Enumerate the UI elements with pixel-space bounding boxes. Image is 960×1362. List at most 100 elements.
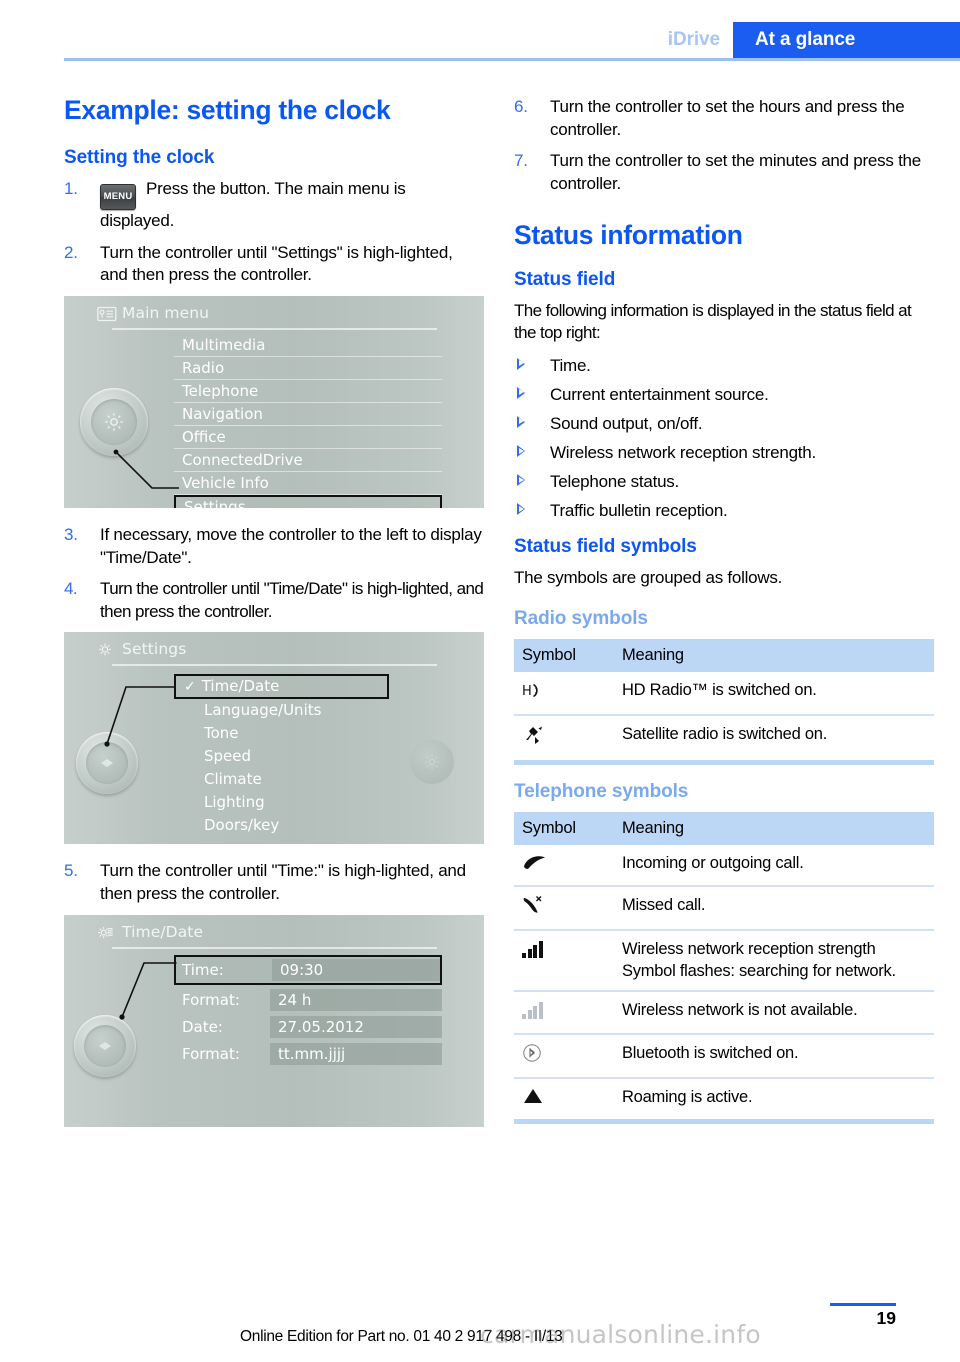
- steps-list-3-4: 3. If necessary, move the controller to …: [64, 524, 484, 623]
- settings-item-label: Time/Date: [201, 677, 280, 696]
- column-header-meaning: Meaning: [614, 638, 934, 672]
- subheading-status-field: Status field: [514, 268, 616, 290]
- column-header-meaning: Meaning: [614, 812, 934, 846]
- symbol-cell: [514, 886, 614, 932]
- step-text: Turn the controller until "Time:" is hig…: [100, 861, 466, 904]
- field-row-date[interactable]: Date: 27.05.2012: [174, 1015, 442, 1039]
- hd-radio-icon: H: [522, 680, 550, 706]
- step-text: Turn the controller until "Time/Date" is…: [100, 579, 484, 621]
- triangle-bullet-icon: [517, 386, 525, 399]
- meaning-cell: Roaming is active.: [614, 1077, 934, 1124]
- header-tab-at-a-glance[interactable]: At a glance: [733, 22, 960, 58]
- meaning-cell: Missed call.: [614, 886, 934, 932]
- field-row-date-format[interactable]: Format: tt.mm.jjjj: [174, 1042, 442, 1066]
- meaning-cell: Wireless network is not available.: [614, 990, 934, 1035]
- symbol-cell: [514, 990, 614, 1035]
- settings-item-climate[interactable]: Climate: [174, 768, 389, 791]
- header-divider-rule: [64, 58, 960, 61]
- status-field-bullet-list: Time. Current entertainment source. Soun…: [514, 355, 934, 523]
- left-right-arrows-icon: [101, 759, 113, 768]
- gears-icon: [98, 926, 113, 938]
- step-item-1: 1. MENU Press the button. The main menu i…: [64, 178, 484, 233]
- field-row-time[interactable]: Time: 09:30: [174, 954, 442, 985]
- bullet-text: Sound output, on/off.: [550, 413, 703, 433]
- screenshot-time-date: Time/Date Time: 09:30 Format: 24 h Date:: [64, 914, 484, 1127]
- menu-item-navigation[interactable]: Navigation: [174, 403, 442, 426]
- menu-item-settings-selected[interactable]: Settings: [174, 494, 442, 508]
- subheading-telephone-symbols: Telephone symbols: [514, 781, 689, 803]
- field-value: 24 h: [270, 988, 442, 1011]
- menu-item-telephone[interactable]: Telephone: [174, 380, 442, 403]
- subheading-radio-symbols: Radio symbols: [514, 607, 648, 629]
- step-item-7: 7. Turn the controller to set the minute…: [514, 150, 934, 195]
- missed-call-icon: [522, 895, 550, 921]
- step-item-6: 6. Turn the controller to set the hours …: [514, 96, 934, 141]
- field-label: Format:: [182, 990, 240, 1009]
- menu-item-multimedia[interactable]: Multimedia: [174, 334, 442, 357]
- knob-left-right-arrows-icon: [84, 1024, 126, 1067]
- gear-icon: [99, 644, 111, 656]
- knob-gear-icon: [91, 398, 137, 445]
- settings-item-lighting[interactable]: Lighting: [174, 791, 389, 814]
- section-heading-setting-the-clock: Setting the clock: [64, 147, 215, 169]
- meaning-cell: Wireless network reception strength Symb…: [614, 930, 934, 992]
- meaning-cell: Bluetooth is switched on.: [614, 1033, 934, 1079]
- table-row: H HD Radio™ is switched on.: [514, 671, 934, 717]
- settings-item-language-units[interactable]: Language/Units: [174, 699, 389, 722]
- meaning-cell: HD Radio™ is switched on.: [614, 671, 934, 717]
- section-title-status-information: Status information: [514, 220, 743, 251]
- symbol-cell: H: [514, 671, 614, 717]
- bullet-item-reception-strength: Wireless network reception strength.: [514, 442, 934, 464]
- watermark-text: carmanualsonline.info: [480, 1320, 761, 1349]
- screen-title-rule: [112, 946, 437, 949]
- table-row: Wireless network reception strength Symb…: [514, 930, 934, 992]
- step-number: 7.: [514, 151, 528, 171]
- screenshot-settings: Settings ✓ Time/Date Language/Units Tone …: [64, 632, 484, 845]
- page-number-rule: [830, 1303, 896, 1306]
- menu-item-radio[interactable]: Radio: [174, 357, 442, 380]
- handset-icon: [522, 853, 550, 877]
- steps-list-6-7: 6. Turn the controller to set the hours …: [514, 96, 934, 195]
- page-header: iDrive At a glance: [0, 0, 960, 58]
- settings-item-time-date-selected[interactable]: ✓ Time/Date: [174, 674, 389, 700]
- bullet-text: Time.: [550, 355, 591, 375]
- steps-list-1-2: 1. MENU Press the button. The main menu i…: [64, 178, 484, 287]
- bullet-text: Current entertainment source.: [550, 384, 769, 404]
- menu-item-vehicle-info[interactable]: Vehicle Info: [174, 472, 442, 495]
- step-text: If necessary, move the controller to the…: [100, 524, 482, 567]
- step-number: 4.: [64, 579, 78, 599]
- symbol-cell: [514, 1077, 614, 1124]
- menu-item-connecteddrive[interactable]: ConnectedDrive: [174, 449, 442, 472]
- screen-title: Time/Date: [122, 922, 204, 941]
- signal-bars-icon: [522, 939, 543, 959]
- symbol-cell: [514, 930, 614, 992]
- left-column: Example: setting the clock Setting the c…: [64, 95, 484, 1143]
- subheading-status-field-symbols: Status field symbols: [514, 536, 697, 558]
- triangle-bullet-icon: [517, 474, 525, 487]
- settings-item-doors-key[interactable]: Doors/key: [174, 814, 389, 837]
- step-text: Turn the controller to set the minutes a…: [550, 151, 921, 193]
- time-date-field-list: Time: 09:30 Format: 24 h Date: 27.05.201…: [174, 954, 442, 1069]
- menu-item-office[interactable]: Office: [174, 426, 442, 449]
- step-text: Turn the controller to set the hours and…: [550, 97, 905, 139]
- roaming-triangle-icon: [522, 1087, 544, 1111]
- triangle-bullet-icon: [517, 445, 525, 458]
- settings-item-tone[interactable]: Tone: [174, 722, 389, 745]
- settings-item-speed[interactable]: Speed: [174, 745, 389, 768]
- field-label: Date:: [182, 1017, 223, 1036]
- bullet-item-sound-output: Sound output, on/off.: [514, 413, 934, 435]
- field-value: 27.05.2012: [270, 1015, 442, 1038]
- symbol-cell: [514, 715, 614, 766]
- table-row: Satellite radio is switched on.: [514, 715, 934, 766]
- step-number: 3.: [64, 524, 78, 544]
- bullet-item-time: Time.: [514, 355, 934, 377]
- table-row: Missed call.: [514, 886, 934, 932]
- field-row-time-format[interactable]: Format: 24 h: [174, 988, 442, 1012]
- field-value: 09:30: [272, 958, 440, 981]
- header-tab-idrive[interactable]: iDrive: [668, 22, 720, 58]
- page-title: Example: setting the clock: [64, 95, 391, 125]
- step-number: 2.: [64, 242, 78, 262]
- checkmark-icon: ✓: [184, 679, 196, 696]
- table-row: Roaming is active.: [514, 1077, 934, 1124]
- step-text: Press the button. The main menu is displ…: [100, 179, 406, 231]
